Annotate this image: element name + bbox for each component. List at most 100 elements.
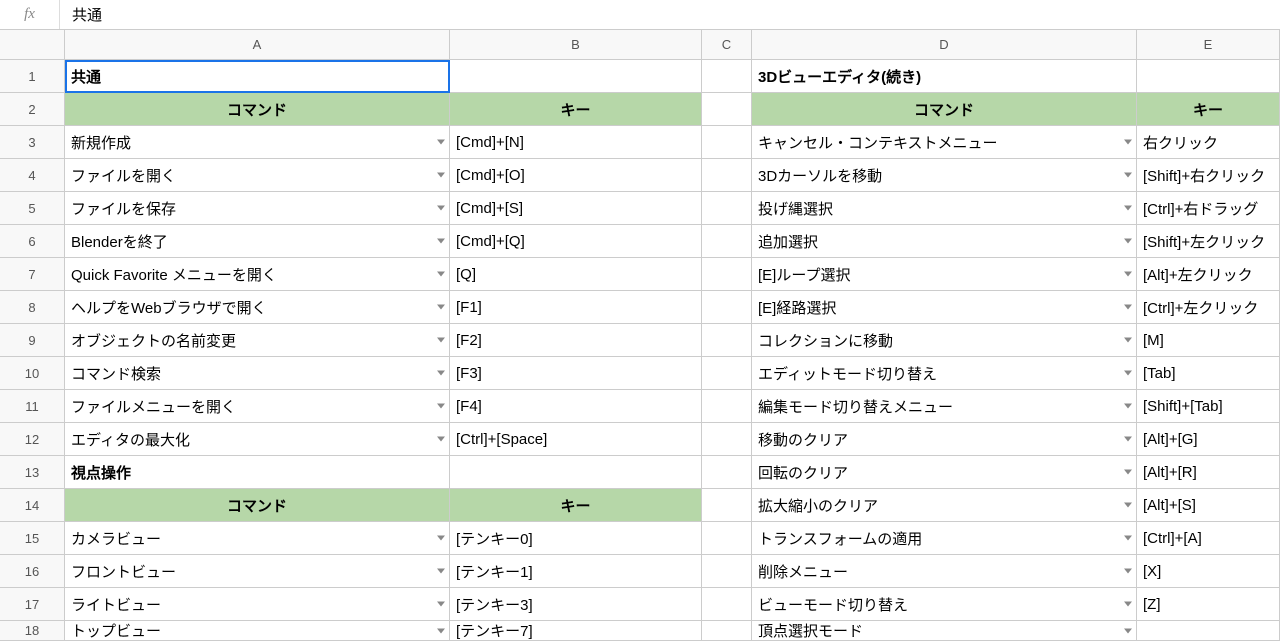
filter-icon[interactable] [1124, 140, 1132, 145]
cell-A10[interactable]: コマンド検索 [65, 357, 450, 390]
cell-C10[interactable] [702, 357, 752, 390]
cell-A9[interactable]: オブジェクトの名前変更 [65, 324, 450, 357]
cell-D13[interactable]: 回転のクリア [752, 456, 1137, 489]
cell-D16[interactable]: 削除メニュー [752, 555, 1137, 588]
row-header-13[interactable]: 13 [0, 456, 65, 489]
cell-B16[interactable]: [テンキー1] [450, 555, 702, 588]
row-header-18[interactable]: 18 [0, 621, 65, 641]
cell-D10[interactable]: エディットモード切り替え [752, 357, 1137, 390]
cell-D18[interactable]: 頂点選択モード [752, 621, 1137, 641]
cell-E1[interactable] [1137, 60, 1280, 93]
cell-D11[interactable]: 編集モード切り替えメニュー [752, 390, 1137, 423]
row-header-4[interactable]: 4 [0, 159, 65, 192]
cell-D7[interactable]: [E]ループ選択 [752, 258, 1137, 291]
row-header-5[interactable]: 5 [0, 192, 65, 225]
cell-B11[interactable]: [F4] [450, 390, 702, 423]
cell-D3[interactable]: キャンセル・コンテキストメニュー [752, 126, 1137, 159]
filter-icon[interactable] [1124, 206, 1132, 211]
filter-icon[interactable] [437, 404, 445, 409]
row-header-7[interactable]: 7 [0, 258, 65, 291]
cell-B12[interactable]: [Ctrl]+[Space] [450, 423, 702, 456]
filter-icon[interactable] [437, 305, 445, 310]
row-header-16[interactable]: 16 [0, 555, 65, 588]
cell-E16[interactable]: [X] [1137, 555, 1280, 588]
cell-C5[interactable] [702, 192, 752, 225]
cell-B17[interactable]: [テンキー3] [450, 588, 702, 621]
row-header-15[interactable]: 15 [0, 522, 65, 555]
cell-B7[interactable]: [Q] [450, 258, 702, 291]
row-header-8[interactable]: 8 [0, 291, 65, 324]
filter-icon[interactable] [437, 272, 445, 277]
filter-icon[interactable] [1124, 536, 1132, 541]
cell-A7[interactable]: Quick Favorite メニューを開く [65, 258, 450, 291]
cell-E17[interactable]: [Z] [1137, 588, 1280, 621]
cell-A4[interactable]: ファイルを開く [65, 159, 450, 192]
cell-E14[interactable]: [Alt]+[S] [1137, 489, 1280, 522]
cell-A14[interactable]: コマンド [65, 489, 450, 522]
cell-C14[interactable] [702, 489, 752, 522]
cell-C15[interactable] [702, 522, 752, 555]
filter-icon[interactable] [437, 173, 445, 178]
cell-E2[interactable]: キー [1137, 93, 1280, 126]
filter-icon[interactable] [437, 338, 445, 343]
filter-icon[interactable] [437, 140, 445, 145]
cell-B4[interactable]: [Cmd]+[O] [450, 159, 702, 192]
cell-A17[interactable]: ライトビュー [65, 588, 450, 621]
cell-A1[interactable]: 共通 [65, 60, 450, 93]
cell-D9[interactable]: コレクションに移動 [752, 324, 1137, 357]
row-header-12[interactable]: 12 [0, 423, 65, 456]
cell-D2[interactable]: コマンド [752, 93, 1137, 126]
cell-C4[interactable] [702, 159, 752, 192]
cell-D12[interactable]: 移動のクリア [752, 423, 1137, 456]
cell-A3[interactable]: 新規作成 [65, 126, 450, 159]
cell-E15[interactable]: [Ctrl]+[A] [1137, 522, 1280, 555]
cell-C2[interactable] [702, 93, 752, 126]
filter-icon[interactable] [1124, 173, 1132, 178]
col-header-A[interactable]: A [65, 30, 450, 60]
cell-A8[interactable]: ヘルプをWebブラウザで開く [65, 291, 450, 324]
cell-C12[interactable] [702, 423, 752, 456]
cell-B2[interactable]: キー [450, 93, 702, 126]
cell-C13[interactable] [702, 456, 752, 489]
cell-B3[interactable]: [Cmd]+[N] [450, 126, 702, 159]
row-header-3[interactable]: 3 [0, 126, 65, 159]
cell-B15[interactable]: [テンキー0] [450, 522, 702, 555]
filter-icon[interactable] [437, 239, 445, 244]
cell-B1[interactable] [450, 60, 702, 93]
filter-icon[interactable] [1124, 437, 1132, 442]
cell-B8[interactable]: [F1] [450, 291, 702, 324]
cell-A5[interactable]: ファイルを保存 [65, 192, 450, 225]
cell-C18[interactable] [702, 621, 752, 641]
filter-icon[interactable] [437, 602, 445, 607]
filter-icon[interactable] [1124, 272, 1132, 277]
row-header-6[interactable]: 6 [0, 225, 65, 258]
cell-B5[interactable]: [Cmd]+[S] [450, 192, 702, 225]
cell-B18[interactable]: [テンキー7] [450, 621, 702, 641]
cell-A12[interactable]: エディタの最大化 [65, 423, 450, 456]
filter-icon[interactable] [1124, 503, 1132, 508]
cell-E13[interactable]: [Alt]+[R] [1137, 456, 1280, 489]
cell-D5[interactable]: 投げ縄選択 [752, 192, 1137, 225]
cell-D1[interactable]: 3Dビューエディタ(続き) [752, 60, 1137, 93]
cell-E7[interactable]: [Alt]+左クリック [1137, 258, 1280, 291]
cell-D15[interactable]: トランスフォームの適用 [752, 522, 1137, 555]
cell-E4[interactable]: [Shift]+右クリック [1137, 159, 1280, 192]
row-header-1[interactable]: 1 [0, 60, 65, 93]
cell-E3[interactable]: 右クリック [1137, 126, 1280, 159]
cell-E18[interactable] [1137, 621, 1280, 641]
cell-E8[interactable]: [Ctrl]+左クリック [1137, 291, 1280, 324]
filter-icon[interactable] [437, 628, 445, 633]
cell-B13[interactable] [450, 456, 702, 489]
cell-C3[interactable] [702, 126, 752, 159]
col-header-C[interactable]: C [702, 30, 752, 60]
cell-D8[interactable]: [E]経路選択 [752, 291, 1137, 324]
cell-E9[interactable]: [M] [1137, 324, 1280, 357]
cell-C1[interactable] [702, 60, 752, 93]
cell-E12[interactable]: [Alt]+[G] [1137, 423, 1280, 456]
cell-C7[interactable] [702, 258, 752, 291]
cell-C6[interactable] [702, 225, 752, 258]
cell-E6[interactable]: [Shift]+左クリック [1137, 225, 1280, 258]
cell-C9[interactable] [702, 324, 752, 357]
cell-B6[interactable]: [Cmd]+[Q] [450, 225, 702, 258]
cell-E10[interactable]: [Tab] [1137, 357, 1280, 390]
